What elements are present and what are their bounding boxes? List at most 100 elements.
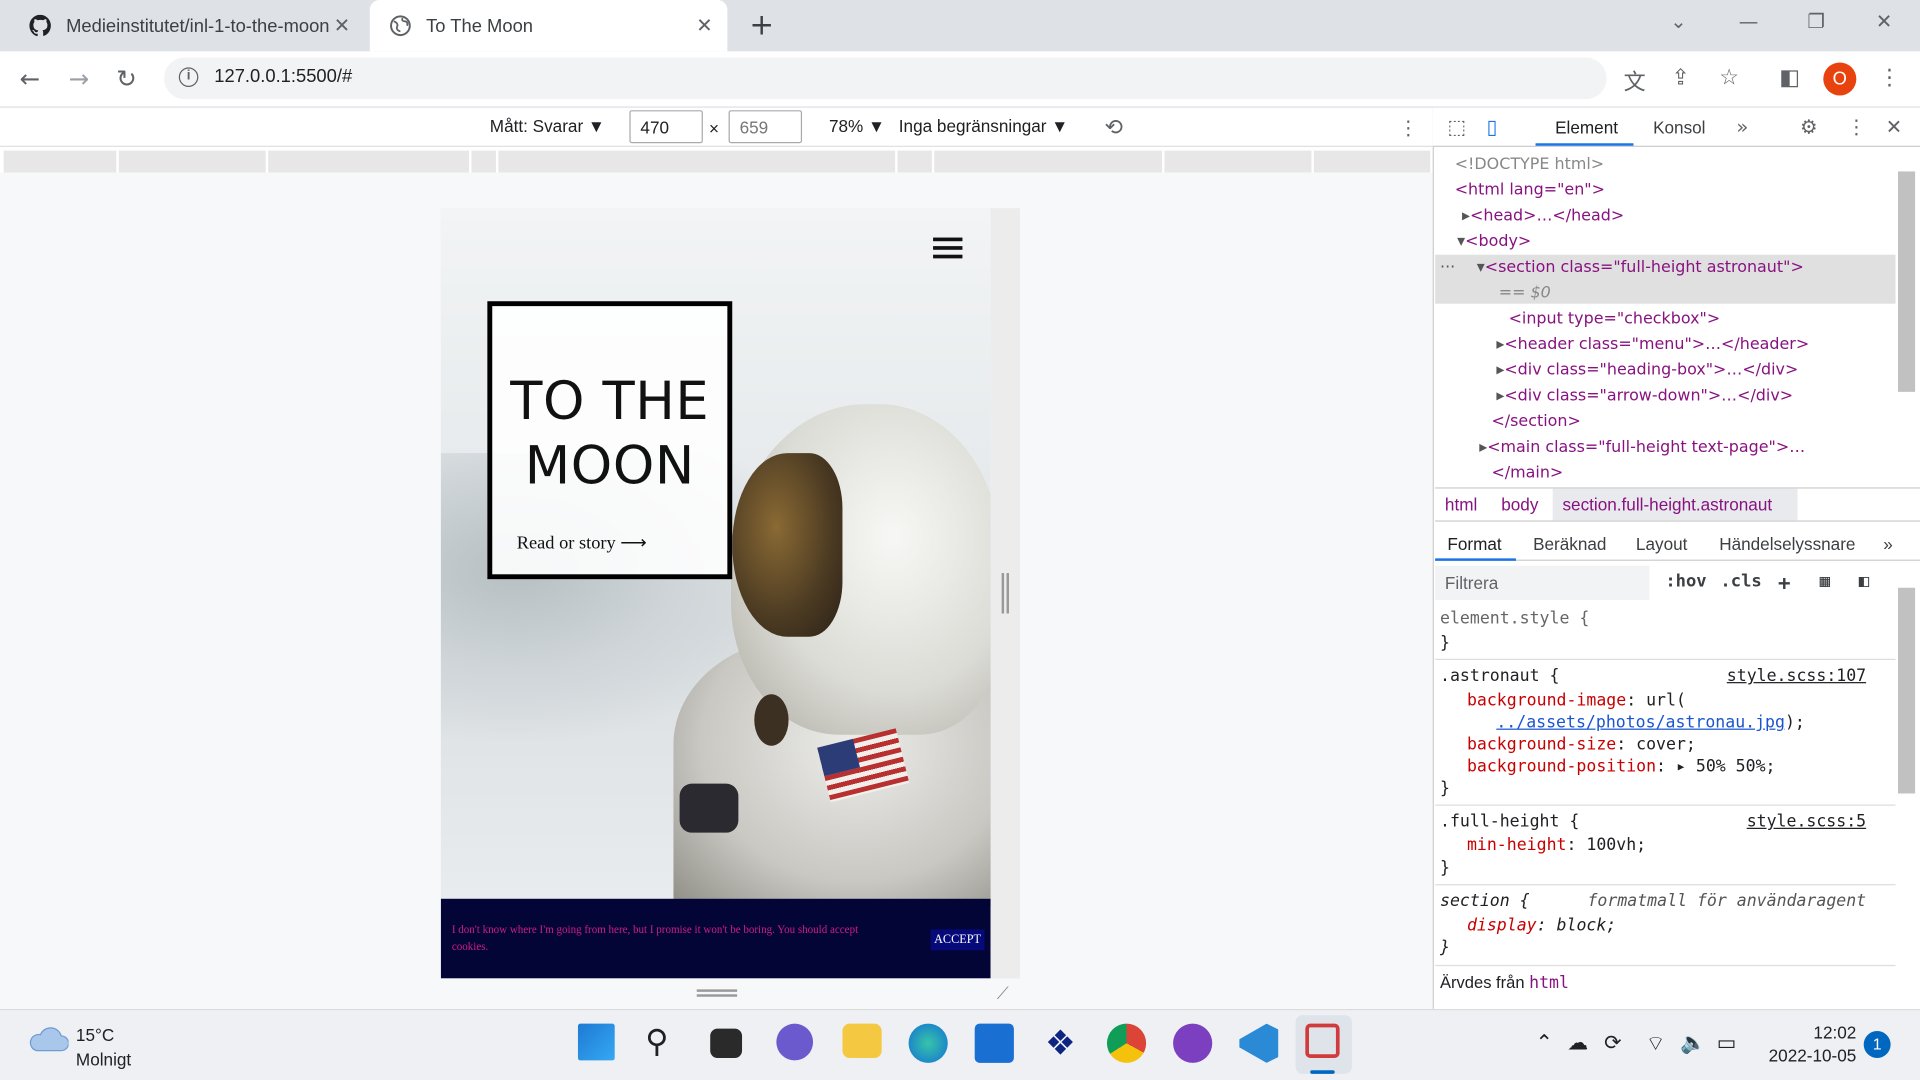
dom-scrollbar[interactable]: [1897, 171, 1916, 392]
weather-widget[interactable]: 15°C Molnigt: [76, 1022, 131, 1071]
element-style-selector[interactable]: element.style {: [1440, 607, 1589, 629]
tab-search-icon[interactable]: ⌄: [1670, 10, 1686, 33]
paint-icon[interactable]: ▦: [1820, 572, 1830, 592]
side-panel-icon[interactable]: ◧: [1779, 65, 1800, 91]
rotate-icon[interactable]: ⟲: [1104, 115, 1122, 141]
subtab-format[interactable]: Format: [1447, 534, 1501, 554]
dom-line-selected[interactable]: ▾<section class="full-height astronaut">: [1477, 255, 1804, 281]
file-explorer-icon[interactable]: [842, 1023, 882, 1058]
dom-tree[interactable]: <!DOCTYPE html> <html lang="en"> ▸<head>…: [1435, 149, 1895, 485]
dropbox-icon[interactable]: ❖: [1041, 1023, 1080, 1063]
site-info-icon[interactable]: i: [178, 67, 199, 87]
height-input[interactable]: 659: [728, 110, 803, 144]
dom-line[interactable]: ▸<main class="full-height text-page">…: [1479, 435, 1805, 461]
dom-more-icon[interactable]: ···: [1440, 255, 1455, 281]
close-tab-icon[interactable]: ✕: [334, 13, 350, 36]
display-decl[interactable]: display: block;: [1467, 915, 1616, 937]
profile-avatar[interactable]: O: [1823, 62, 1857, 96]
subtab-layout[interactable]: Layout: [1636, 534, 1687, 554]
close-window-icon[interactable]: ✕: [1876, 10, 1892, 33]
close-tab-icon[interactable]: ✕: [696, 13, 712, 36]
dom-line[interactable]: <input type="checkbox">: [1509, 306, 1721, 332]
url-text[interactable]: 127.0.0.1:5500/#: [214, 66, 352, 87]
inspect-element-icon[interactable]: ⬚: [1447, 115, 1466, 138]
browser-menu-icon[interactable]: ⋮: [1878, 65, 1900, 91]
volume-icon[interactable]: 🔈: [1680, 1031, 1706, 1055]
onedrive-icon[interactable]: ☁: [1567, 1031, 1588, 1055]
throttle-dropdown[interactable]: Inga begränsningar ▼: [899, 116, 1068, 136]
full-height-selector[interactable]: .full-height {: [1440, 811, 1579, 833]
forward-icon[interactable]: →: [69, 64, 90, 93]
dom-line[interactable]: ▸<div class="heading-box">…</div>: [1496, 358, 1798, 384]
dom-line[interactable]: ▾<body>: [1457, 229, 1531, 255]
search-icon[interactable]: ⚲: [645, 1024, 684, 1063]
zoom-dropdown[interactable]: 78% ▼: [829, 116, 885, 136]
store-icon[interactable]: [974, 1023, 1014, 1063]
device-toggle-icon[interactable]: ▯: [1487, 115, 1498, 138]
section-selector[interactable]: section {: [1440, 890, 1530, 912]
breadcrumb-section[interactable]: section.full-height.astronaut: [1562, 495, 1772, 515]
new-rule-icon[interactable]: +: [1778, 572, 1791, 596]
tab-github[interactable]: Medieinstitutet/inl-1-to-the-moon ✕: [10, 0, 365, 51]
breadcrumb-html[interactable]: html: [1445, 495, 1477, 515]
breadcrumb-body[interactable]: body: [1501, 495, 1538, 515]
more-subtabs-icon[interactable]: »: [1883, 534, 1893, 554]
tab-konsol[interactable]: Konsol: [1653, 118, 1705, 138]
address-bar[interactable]: [164, 57, 1607, 100]
styles-scrollbar[interactable]: [1897, 587, 1916, 794]
bg-position-decl[interactable]: background-position: ▸ 50% 50%;: [1467, 756, 1776, 778]
cls-toggle[interactable]: .cls: [1720, 572, 1761, 592]
wifi-icon[interactable]: ⌔: [1646, 1031, 1666, 1056]
chrome-icon[interactable]: [1106, 1023, 1147, 1063]
tray-overflow-icon[interactable]: ⌃: [1536, 1031, 1553, 1055]
full-height-source-link[interactable]: style.scss:5: [1747, 811, 1866, 833]
new-tab-icon[interactable]: +: [749, 7, 774, 41]
dom-line[interactable]: </section>: [1491, 409, 1580, 435]
resize-handle-right[interactable]: [1001, 573, 1009, 614]
media-query-bar[interactable]: [3, 150, 1431, 173]
reload-icon[interactable]: ↻: [116, 64, 137, 93]
minimize-icon[interactable]: —: [1739, 10, 1759, 33]
accept-cookies-button[interactable]: ACCEPT: [930, 929, 985, 951]
styles-filter-input[interactable]: Filtrera: [1435, 565, 1650, 601]
tab-to-the-moon[interactable]: To The Moon ✕: [369, 0, 728, 52]
dom-line[interactable]: </main>: [1491, 460, 1563, 484]
dom-line[interactable]: ▸<head>…</head>: [1462, 203, 1624, 229]
task-view-icon[interactable]: [710, 1028, 743, 1058]
settings-gear-icon[interactable]: ⚙: [1800, 115, 1818, 138]
back-icon[interactable]: ←: [20, 64, 41, 93]
more-tabs-icon[interactable]: »: [1736, 115, 1748, 138]
translate-icon[interactable]: ⽂: [1624, 65, 1646, 97]
start-icon[interactable]: [577, 1023, 615, 1061]
min-height-decl[interactable]: min-height: 100vh;: [1467, 834, 1646, 856]
snipping-tool-icon[interactable]: [1305, 1023, 1340, 1058]
device-dropdown[interactable]: Mått: Svarar ▼: [490, 116, 605, 136]
resize-handle-bottom[interactable]: [696, 989, 738, 997]
clock[interactable]: 12:02 2022-10-05: [1758, 1021, 1857, 1068]
subtab-event-listeners[interactable]: Händelselyssnare: [1719, 534, 1855, 554]
dom-line[interactable]: <!DOCTYPE html>: [1455, 152, 1604, 178]
subtab-computed[interactable]: Beräknad: [1533, 534, 1606, 554]
device-options-icon[interactable]: ⋮: [1398, 116, 1418, 139]
inherited-tag[interactable]: html: [1529, 973, 1569, 993]
share-icon[interactable]: ⇪: [1671, 65, 1689, 91]
read-story-link[interactable]: Read or story ⟶: [517, 531, 647, 554]
asset-link[interactable]: ../assets/photos/astronau.jpg: [1496, 713, 1785, 733]
sync-icon[interactable]: ⟳: [1604, 1031, 1621, 1055]
hamburger-menu-icon[interactable]: [933, 237, 963, 259]
battery-icon[interactable]: ▭: [1717, 1031, 1737, 1055]
hov-toggle[interactable]: :hov: [1665, 572, 1706, 592]
dom-line[interactable]: <html lang="en">: [1455, 178, 1605, 204]
resize-corner-icon[interactable]: ⟋: [997, 984, 1009, 1004]
edge-icon[interactable]: [908, 1023, 948, 1063]
github-desktop-icon[interactable]: [1173, 1023, 1213, 1063]
notification-badge[interactable]: 1: [1863, 1031, 1891, 1058]
astronaut-selector[interactable]: .astronaut {: [1440, 665, 1559, 687]
devtools-menu-icon[interactable]: ⋮: [1847, 115, 1867, 138]
restore-icon[interactable]: ❐: [1807, 10, 1825, 33]
teams-chat-icon[interactable]: [776, 1023, 814, 1061]
bg-size-decl[interactable]: background-size: cover;: [1467, 733, 1696, 755]
bg-image-decl[interactable]: background-image: url(: [1467, 689, 1686, 711]
computed-sidebar-icon[interactable]: ◧: [1859, 572, 1869, 592]
width-input[interactable]: 470: [629, 110, 703, 144]
